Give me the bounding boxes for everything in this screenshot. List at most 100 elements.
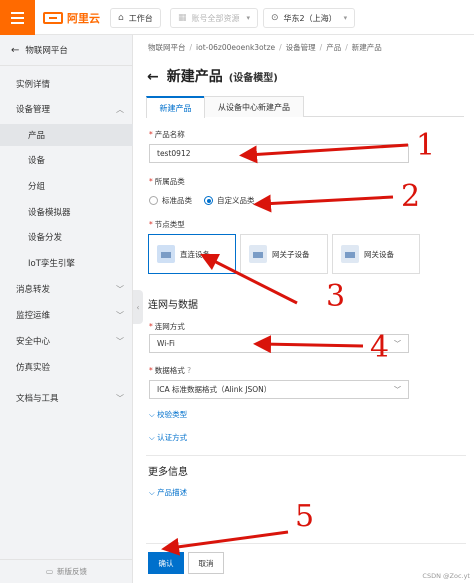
sidebar: ← 物联网平台 实例详情 设备管理 ︿ 产品 设备 分组 设备模拟器 设备分发 I… xyxy=(0,35,133,583)
node-type-direct-device[interactable]: 直连设备 xyxy=(148,234,236,274)
workbench-button[interactable]: ⌂ 工作台 xyxy=(110,8,161,28)
sidebar-item-security[interactable]: 安全中心 ﹀ xyxy=(0,330,133,352)
account-resources-dropdown[interactable]: ▦ 账号全部资源 ▾ xyxy=(170,8,259,28)
cancel-button[interactable]: 取消 xyxy=(188,552,224,574)
breadcrumb-item[interactable]: 设备管理 xyxy=(286,43,316,52)
sidebar-item-device[interactable]: 设备 xyxy=(0,149,133,171)
tab-new-product[interactable]: 新建产品 xyxy=(146,96,205,118)
chevron-down-icon: ﹀ xyxy=(116,310,124,320)
sidebar-item-instance-details[interactable]: 实例详情 xyxy=(0,73,133,95)
tab-bar: 新建产品 从设备中心新建产品 xyxy=(146,96,464,118)
more-info-section-title: 更多信息 xyxy=(148,467,188,478)
sidebar-item-label: 安全中心 xyxy=(16,337,51,347)
verify-type-toggle[interactable]: ⌵ 校验类型 xyxy=(149,409,187,420)
region-dropdown[interactable]: ⊙ 华东2（上海） ▾ xyxy=(263,8,356,28)
sidebar-item-product[interactable]: 产品 xyxy=(0,124,133,146)
annotation-arrow-2 xyxy=(253,194,394,213)
chevron-down-icon: ﹀ xyxy=(116,336,124,346)
chevron-left-icon: ‹ xyxy=(136,302,140,312)
annotation-number-1: 1 xyxy=(416,128,436,163)
sidebar-item-device-distribution[interactable]: 设备分发 xyxy=(0,226,133,248)
gateway-sub-device-icon xyxy=(249,245,267,263)
chevron-down-icon: ﹀ xyxy=(116,284,124,294)
page-subtitle: (设备模型) xyxy=(228,73,278,84)
feedback-icon: ▭ xyxy=(45,567,54,576)
breadcrumb-item[interactable]: 物联网平台 xyxy=(148,43,186,52)
node-type-label-text: 直连设备 xyxy=(180,249,210,259)
breadcrumb-item[interactable]: iot-06z00eoenk3otze xyxy=(196,43,275,52)
network-section-title: 连网与数据 xyxy=(148,300,198,311)
category-standard-label[interactable]: 标准品类 xyxy=(162,195,192,206)
chevron-down-icon: ﹀ xyxy=(394,385,401,394)
category-custom-radio[interactable] xyxy=(204,196,213,205)
chevron-down-icon: ﹀ xyxy=(116,393,124,403)
sidebar-item-label: 设备 xyxy=(28,156,46,166)
resource-icon: ▦ xyxy=(178,13,187,23)
sidebar-item-group[interactable]: 分组 xyxy=(0,175,133,197)
node-type-label: * 节点类型 xyxy=(149,220,185,229)
sidebar-item-label: 消息转发 xyxy=(16,285,51,295)
data-format-value: ICA 标准数据格式（Alink JSON） xyxy=(157,385,272,394)
confirm-button[interactable]: 确认 xyxy=(148,552,184,574)
breadcrumb: 物联网平台 / iot-06z00eoenk3otze / 设备管理 / 产品 / 新建产品 xyxy=(148,43,382,52)
sidebar-item-label: 设备管理 xyxy=(16,105,51,115)
page-title: ← 新建产品 (设备模型) xyxy=(147,66,278,86)
sidebar-item-monitoring[interactable]: 监控运维 ﹀ xyxy=(0,304,133,326)
help-icon[interactable]: ? xyxy=(187,366,191,375)
node-type-gateway-device[interactable]: 网关设备 xyxy=(332,234,420,274)
footer-divider xyxy=(146,543,466,544)
gateway-device-icon xyxy=(341,245,359,263)
back-arrow-icon[interactable]: ← xyxy=(11,45,19,56)
sidebar-item-label: 设备分发 xyxy=(28,233,63,243)
product-description-toggle[interactable]: ⌵ 产品描述 xyxy=(149,487,187,498)
chevron-down-icon: ﹀ xyxy=(394,339,401,348)
region-label: 华东2（上海） xyxy=(283,13,337,23)
network-method-value: Wi-Fi xyxy=(157,339,175,348)
annotation-number-5: 5 xyxy=(295,499,315,534)
data-format-label: * 数据格式 ? xyxy=(149,366,192,375)
chevron-down-icon: ⌵ xyxy=(149,410,158,419)
sidebar-item-docs-tools[interactable]: 文档与工具 ﹀ xyxy=(0,387,133,409)
node-type-gateway-sub-device[interactable]: 网关子设备 xyxy=(240,234,328,274)
chevron-down-icon: ▾ xyxy=(343,14,348,22)
tab-new-from-device-center[interactable]: 从设备中心新建产品 xyxy=(204,96,304,117)
location-icon: ⊙ xyxy=(271,13,279,23)
sidebar-item-label: 产品 xyxy=(28,131,46,141)
sidebar-item-iot-twin[interactable]: IoT孪生引擎 xyxy=(0,252,133,274)
divider xyxy=(146,455,466,456)
annotation-arrow-5 xyxy=(161,530,289,556)
annotation-number-3: 3 xyxy=(326,279,346,314)
sidebar-item-simulation[interactable]: 仿真实验 xyxy=(0,356,133,378)
auth-method-toggle[interactable]: ⌵ 认证方式 xyxy=(149,432,187,443)
account-resources-label: 账号全部资源 xyxy=(191,13,240,23)
page-title-text: 新建产品 xyxy=(166,69,223,85)
sidebar-title: 物联网平台 xyxy=(25,46,68,56)
collapse-sidebar-button[interactable]: ‹ xyxy=(133,290,143,324)
chevron-down-icon: ▾ xyxy=(246,14,251,22)
sidebar-item-label: 仿真实验 xyxy=(16,363,51,373)
category-custom-label[interactable]: 自定义品类 xyxy=(217,195,255,206)
annotation-number-4: 4 xyxy=(370,330,390,365)
feedback-link[interactable]: ▭ 新版反馈 xyxy=(0,559,133,583)
network-method-label: * 连网方式 xyxy=(149,322,185,331)
logo[interactable]: 阿里云 xyxy=(43,10,100,26)
workbench-label: 工作台 xyxy=(128,13,153,23)
back-arrow-icon[interactable]: ← xyxy=(147,69,159,85)
sidebar-item-label: 文档与工具 xyxy=(16,394,59,404)
sidebar-header[interactable]: ← 物联网平台 xyxy=(0,35,132,66)
menu-icon[interactable] xyxy=(0,0,35,35)
product-name-input[interactable]: test0912 xyxy=(149,144,409,163)
sidebar-item-message-forwarding[interactable]: 消息转发 ﹀ xyxy=(0,278,133,300)
data-format-select[interactable]: ICA 标准数据格式（Alink JSON） ﹀ xyxy=(149,380,409,399)
feedback-label: 新版反馈 xyxy=(57,567,88,576)
sidebar-item-device-simulator[interactable]: 设备模拟器 xyxy=(0,201,133,223)
sidebar-item-label: 监控运维 xyxy=(16,311,51,321)
aliyun-logo-icon xyxy=(43,12,63,24)
category-standard-radio[interactable] xyxy=(149,196,158,205)
breadcrumb-item[interactable]: 产品 xyxy=(326,43,341,52)
annotation-number-2: 2 xyxy=(401,179,421,214)
node-type-label-text: 网关子设备 xyxy=(272,249,310,259)
category-label: * 所属品类 xyxy=(149,177,185,186)
sidebar-item-label: 分组 xyxy=(28,182,46,192)
sidebar-item-device-management[interactable]: 设备管理 ︿ xyxy=(0,98,133,120)
